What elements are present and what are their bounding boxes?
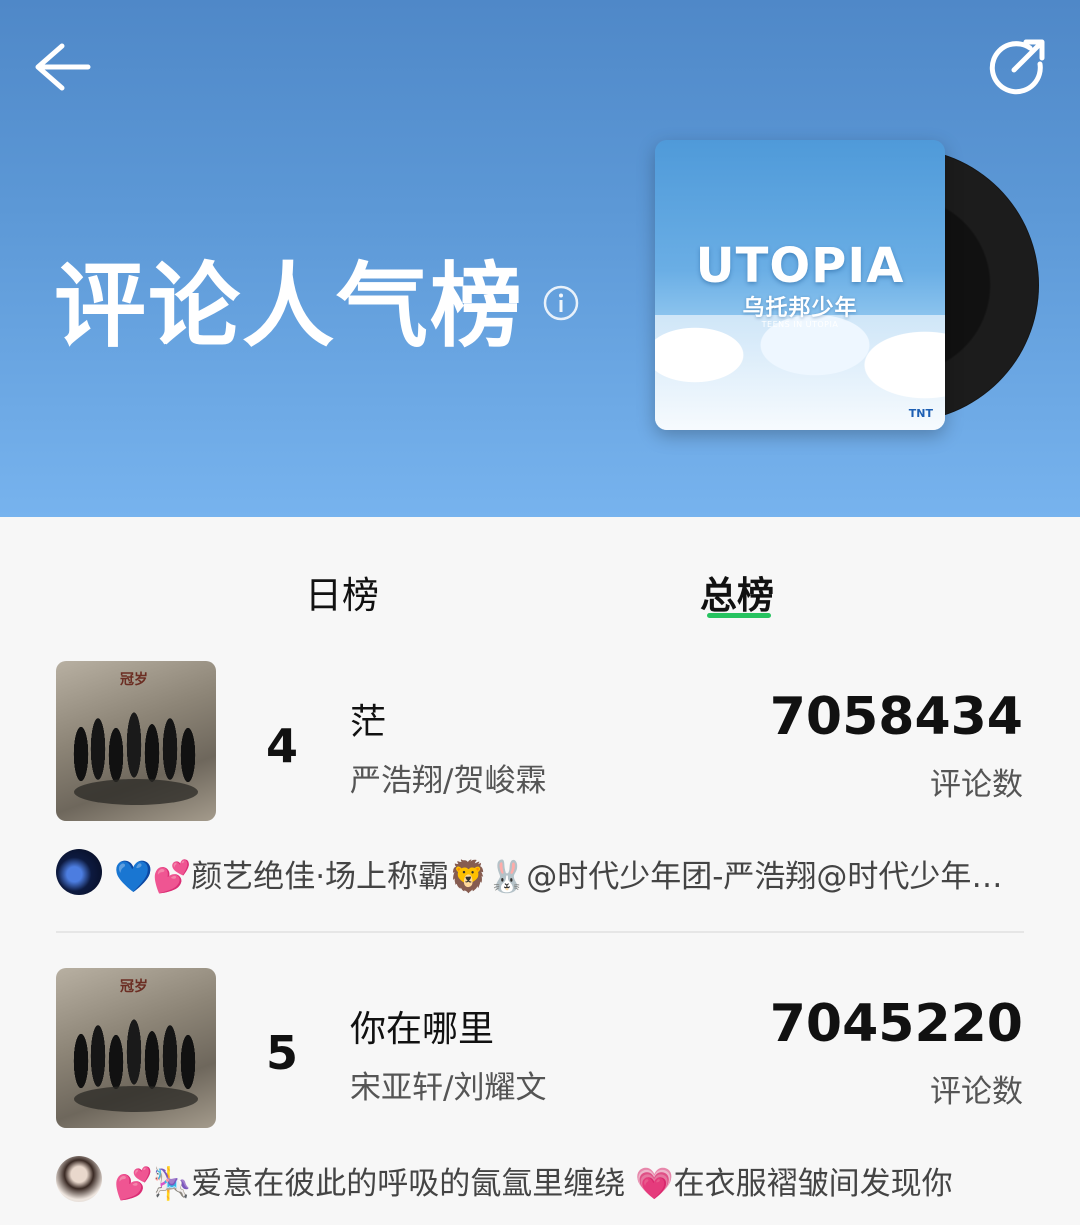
song-thumbnail: 冠岁	[56, 661, 216, 821]
thumbnail-platform	[74, 779, 198, 805]
rank-number: 5	[266, 1026, 299, 1080]
comment-text: 💕🎠爱意在彼此的呼吸的氤氲里缠绕 💗在衣服褶皱间发现你	[114, 1166, 953, 1202]
info-icon[interactable]	[543, 285, 579, 321]
tab-total[interactable]: 总榜	[700, 565, 774, 619]
album-cover-tagline: TEENS IN UTOPIA	[761, 320, 839, 329]
avatar[interactable]	[56, 1156, 102, 1202]
comment-count-label: 评论数	[930, 1074, 1023, 1110]
song-artists: 严浩翔/贺峻霖	[350, 763, 547, 799]
album-cover: UTOPIA 乌托邦少年 TEENS IN UTOPIA TNT	[655, 140, 945, 430]
thumbnail-platform	[74, 1086, 198, 1112]
song-thumbnail: 冠岁	[56, 968, 216, 1128]
thumbnail-mark: 冠岁	[120, 979, 148, 995]
album-cover-logo: TNT	[908, 407, 933, 420]
song-title: 你在哪里	[350, 1009, 495, 1050]
song-artists: 宋亚轩/刘耀文	[350, 1070, 547, 1106]
album-cover-title: UTOPIA	[695, 238, 905, 294]
song-title: 茫	[350, 702, 387, 743]
tab-daily[interactable]: 日榜	[305, 565, 379, 619]
share-icon[interactable]	[984, 34, 1050, 100]
arrow-left-icon[interactable]	[28, 34, 94, 100]
chart-header: 评论人气榜 UTOPIA 乌托邦少年 TEENS IN UTOPIA TNT	[0, 0, 1080, 517]
chart-entry[interactable]: 冠岁 4 茫 严浩翔/贺峻霖 7058434 评论数 💙💕颜艺绝佳·场上称霸🦁🐰…	[0, 661, 1080, 961]
top-comment[interactable]: 💕🎠爱意在彼此的呼吸的氤氲里缠绕 💗在衣服褶皱间发现你	[56, 1156, 1026, 1202]
divider	[56, 931, 1024, 933]
comment-text: 💙💕颜艺绝佳·场上称霸🦁🐰@时代少年团-严浩翔@时代少年团-贺峻霖	[114, 859, 1026, 895]
comment-count: 7058434	[769, 687, 1023, 747]
thumbnail-mark: 冠岁	[120, 672, 148, 688]
comment-count: 7045220	[769, 994, 1023, 1054]
rank-number: 4	[266, 719, 299, 773]
top-comment[interactable]: 💙💕颜艺绝佳·场上称霸🦁🐰@时代少年团-严浩翔@时代少年团-贺峻霖	[56, 849, 1026, 895]
cover-snow-scene	[655, 315, 945, 430]
chart-entry[interactable]: 冠岁 5 你在哪里 宋亚轩/刘耀文 7045220 评论数 💕🎠爱意在彼此的呼吸…	[0, 968, 1080, 1225]
active-tab-indicator	[707, 613, 771, 618]
album-artwork[interactable]: UTOPIA 乌托邦少年 TEENS IN UTOPIA TNT	[655, 140, 1039, 432]
comment-count-label: 评论数	[930, 767, 1023, 803]
album-cover-subtitle: 乌托邦少年	[742, 296, 858, 321]
chart-content: 日榜 总榜 冠岁 4 茫 严浩翔/贺峻霖 7058434 评论数 💙💕颜艺绝佳·…	[0, 517, 1080, 1225]
page-title: 评论人气榜	[54, 253, 525, 360]
blurred-subtitle	[58, 176, 298, 206]
avatar[interactable]	[56, 849, 102, 895]
